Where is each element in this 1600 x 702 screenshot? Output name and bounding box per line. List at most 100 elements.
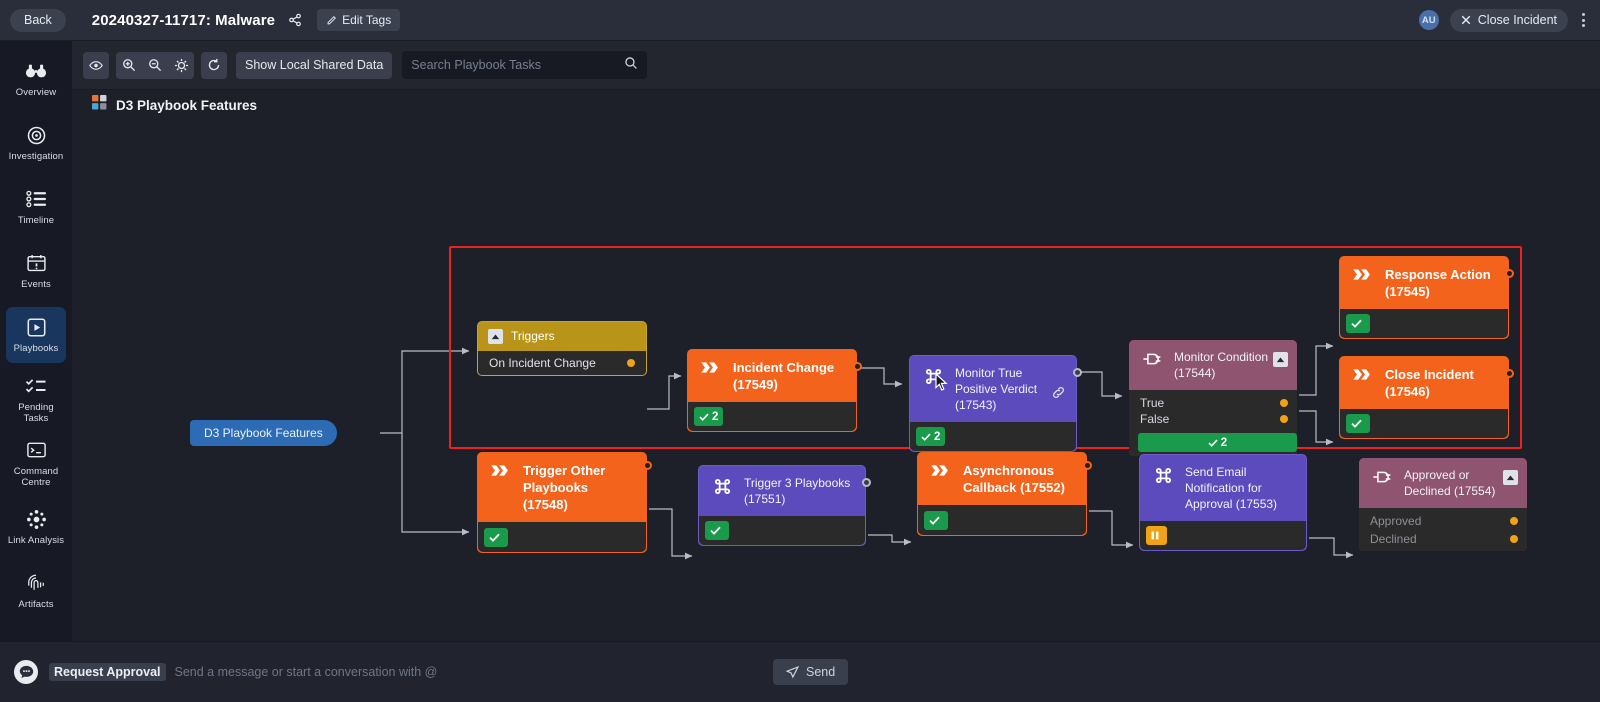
chat-message-input[interactable]: [174, 665, 1586, 679]
command-icon: [1152, 466, 1174, 485]
node-output-row[interactable]: On Incident Change: [478, 351, 646, 375]
back-button[interactable]: Back: [10, 8, 66, 32]
output-port-dot[interactable]: [1280, 415, 1288, 423]
status-badge[interactable]: [924, 510, 948, 530]
zoom-out-icon[interactable]: [142, 52, 168, 79]
collapse-caret-icon[interactable]: [488, 329, 503, 344]
branch-row-true[interactable]: True: [1129, 395, 1297, 411]
close-incident-button[interactable]: Close Incident: [1449, 8, 1568, 32]
output-port[interactable]: [1083, 461, 1092, 470]
status-badge[interactable]: [1146, 526, 1167, 545]
fit-to-screen-icon[interactable]: [168, 52, 194, 79]
sidebar-item-artifacts[interactable]: Artifacts: [6, 563, 66, 619]
double-chevron-icon: [490, 464, 512, 477]
node-trigger-other-playbooks-17548[interactable]: Trigger Other Playbooks (17548): [477, 452, 652, 553]
node-header: Close Incident (17546): [1340, 357, 1514, 409]
node-send-email-notification-17553[interactable]: Send Email Notification for Approval (17…: [1139, 454, 1307, 551]
search-playbook-tasks-box[interactable]: [402, 51, 648, 79]
show-local-shared-data-button[interactable]: Show Local Shared Data: [236, 51, 393, 79]
node-response-action-17545[interactable]: Response Action (17545): [1339, 256, 1514, 339]
collapse-caret-icon[interactable]: [1503, 470, 1518, 485]
node-header: Monitor Condition (17544): [1129, 340, 1297, 390]
branch-label: False: [1140, 412, 1170, 426]
chat-bubble-icon[interactable]: [14, 660, 38, 684]
node-monitor-condition-17544[interactable]: Monitor Condition (17544) True False 2: [1129, 340, 1297, 456]
sidebar-item-link-analysis[interactable]: Link Analysis: [6, 499, 66, 555]
playbook-start-pill[interactable]: D3 Playbook Features: [190, 420, 337, 446]
sidebar-item-pending-tasks[interactable]: Pending Tasks: [6, 371, 66, 427]
playbook-page: Back 20240327-11717: Malware Edit Tags A…: [0, 0, 1600, 702]
status-badge[interactable]: [1346, 314, 1370, 333]
branch-row-declined[interactable]: Declined: [1359, 531, 1527, 547]
status-badge[interactable]: [1346, 414, 1370, 433]
status-badge[interactable]: 2: [916, 427, 946, 446]
output-port-dot[interactable]: [1280, 399, 1288, 407]
node-header: Incident Change (17549): [688, 350, 862, 402]
search-icon[interactable]: [624, 56, 638, 75]
node-branch-rows: True False 2: [1129, 390, 1297, 456]
check-icon: [1208, 439, 1218, 447]
sidebar-item-label: Events: [21, 279, 51, 290]
share-icon[interactable]: [288, 13, 302, 27]
check-icon: [1351, 319, 1362, 328]
top-bar-actions: AU Close Incident: [1418, 8, 1600, 32]
sidebar-item-label: Overview: [15, 87, 57, 98]
node-monitor-true-positive-verdict-17543[interactable]: Monitor True Positive Verdict (17543) 2: [909, 355, 1082, 452]
sidebar-item-playbooks[interactable]: Playbooks: [6, 307, 66, 363]
node-incident-change-17549[interactable]: Incident Change (17549) 2: [687, 349, 862, 432]
node-header: Send Email Notification for Approval (17…: [1140, 455, 1306, 521]
link-chain-icon[interactable]: [1052, 386, 1065, 404]
node-body: 2: [1129, 427, 1297, 452]
node-approved-or-declined-17554[interactable]: Approved or Declined (17554) Approved De…: [1359, 458, 1527, 551]
output-port[interactable]: [853, 362, 862, 371]
avatar[interactable]: AU: [1418, 10, 1439, 30]
sidebar-item-command-centre[interactable]: Command Centre: [6, 435, 66, 491]
node-close-incident-17546[interactable]: Close Incident (17546): [1339, 356, 1514, 439]
search-input[interactable]: [411, 58, 625, 72]
binoculars-icon: [25, 60, 47, 82]
branch-row-false[interactable]: False: [1129, 411, 1297, 427]
graph-area[interactable]: D3 Playbook Features Triggers On Inciden…: [72, 90, 1600, 641]
sidebar-item-label: Link Analysis: [7, 535, 65, 546]
output-port[interactable]: [1505, 269, 1514, 278]
eye-icon[interactable]: [83, 51, 109, 79]
output-port[interactable]: [1073, 368, 1082, 377]
node-trigger-3-playbooks-17551[interactable]: Trigger 3 Playbooks (17551): [698, 465, 871, 546]
sidebar-item-label: Command Centre: [13, 465, 59, 488]
collapse-caret-icon[interactable]: [1273, 352, 1288, 367]
output-port[interactable]: [1505, 369, 1514, 378]
node-title: Close Incident (17546): [1385, 367, 1474, 399]
node-header: Trigger 3 Playbooks (17551): [699, 466, 871, 516]
sidebar-item-timeline[interactable]: Timeline: [6, 179, 66, 235]
node-header: Triggers: [478, 322, 646, 351]
status-badge[interactable]: [705, 521, 729, 540]
back-button-label: Back: [24, 13, 52, 27]
branch-row-approved[interactable]: Approved: [1359, 513, 1527, 529]
output-port[interactable]: [643, 461, 652, 470]
sidebar-item-label: Timeline: [17, 215, 55, 226]
check-icon: [699, 413, 709, 421]
output-port[interactable]: [862, 478, 871, 487]
node-header: Response Action (17545): [1340, 257, 1514, 309]
status-badge[interactable]: [484, 527, 508, 547]
node-asynchronous-callback-17552[interactable]: Asynchronous Callback (17552): [917, 452, 1092, 536]
node-triggers[interactable]: Triggers On Incident Change: [477, 321, 647, 376]
output-port-dot[interactable]: [1510, 535, 1518, 543]
edit-tags-button[interactable]: Edit Tags: [317, 9, 401, 31]
sidebar-item-investigation[interactable]: Investigation: [6, 115, 66, 171]
refresh-icon[interactable]: [201, 51, 227, 79]
status-badge[interactable]: 2: [1138, 433, 1297, 452]
status-badge[interactable]: 2: [694, 407, 724, 426]
output-port-dot[interactable]: [627, 359, 635, 367]
sidebar-item-overview[interactable]: Overview: [6, 51, 66, 107]
send-button[interactable]: Send: [773, 659, 849, 685]
request-approval-button[interactable]: Request Approval: [49, 663, 166, 681]
node-header: Approved or Declined (17554): [1359, 458, 1527, 508]
kebab-menu-icon[interactable]: [1579, 9, 1588, 31]
zoom-in-icon[interactable]: [116, 52, 142, 79]
paper-plane-icon: [786, 665, 799, 678]
sidebar-item-label: Playbooks: [13, 343, 59, 354]
node-body: [478, 522, 646, 552]
sidebar-item-events[interactable]: Events: [6, 243, 66, 299]
output-port-dot[interactable]: [1510, 517, 1518, 525]
